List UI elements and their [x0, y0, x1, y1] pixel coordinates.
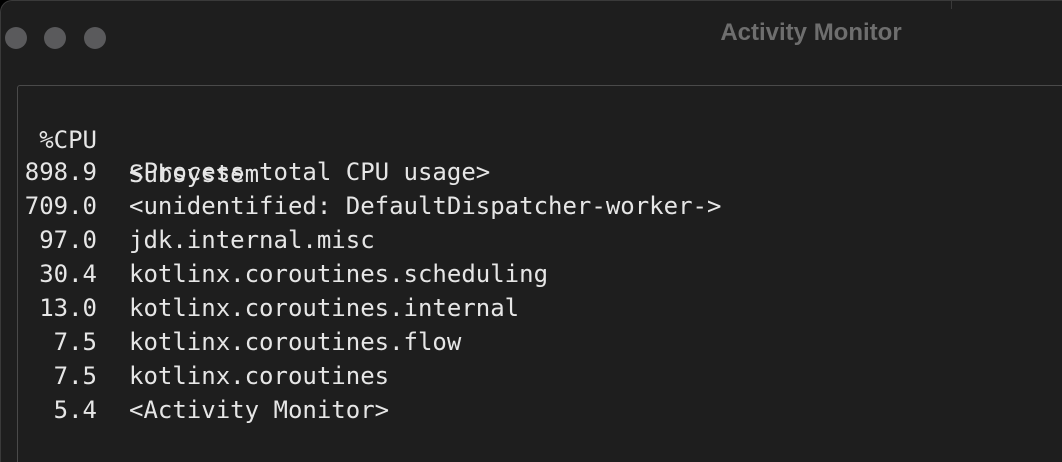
cpu-value: 7.5 [53, 362, 97, 390]
cpu-value: 5.4 [53, 396, 97, 424]
cpu-value: 898.9 [24, 158, 97, 186]
subsystem-name: <Activity Monitor> [129, 396, 390, 424]
subsystem-name: kotlinx.coroutines [129, 362, 390, 390]
activity-monitor-window: Activity Monitor %CPU Subsystem 898.9 <Pr… [0, 0, 1062, 462]
subsystem-name: jdk.internal.misc [129, 226, 375, 254]
close-window-button[interactable] [5, 27, 27, 49]
column-header-cpu[interactable]: %CPU [1, 123, 97, 157]
subsystem-name: kotlinx.coroutines.scheduling [129, 260, 549, 288]
subsystem-name: <Process total CPU usage> [129, 158, 491, 186]
cpu-value: 7.5 [53, 328, 97, 356]
cpu-value: 97.0 [39, 226, 97, 254]
zoom-window-button[interactable] [84, 27, 106, 49]
title-bar[interactable]: Activity Monitor [1, 1, 1062, 71]
subsystem-name: <unidentified: DefaultDispatcher-worker-… [129, 192, 722, 220]
title-bar-divider [951, 1, 952, 9]
cpu-value: 30.4 [39, 260, 97, 288]
cpu-value: 13.0 [39, 294, 97, 322]
minimize-window-button[interactable] [44, 27, 66, 49]
table-header: %CPU Subsystem [1, 89, 259, 188]
cpu-value: 709.0 [24, 192, 97, 220]
subsystem-name: kotlinx.coroutines.internal [129, 294, 520, 322]
window-title: Activity Monitor [720, 19, 902, 46]
subsystem-name: kotlinx.coroutines.flow [129, 328, 462, 356]
